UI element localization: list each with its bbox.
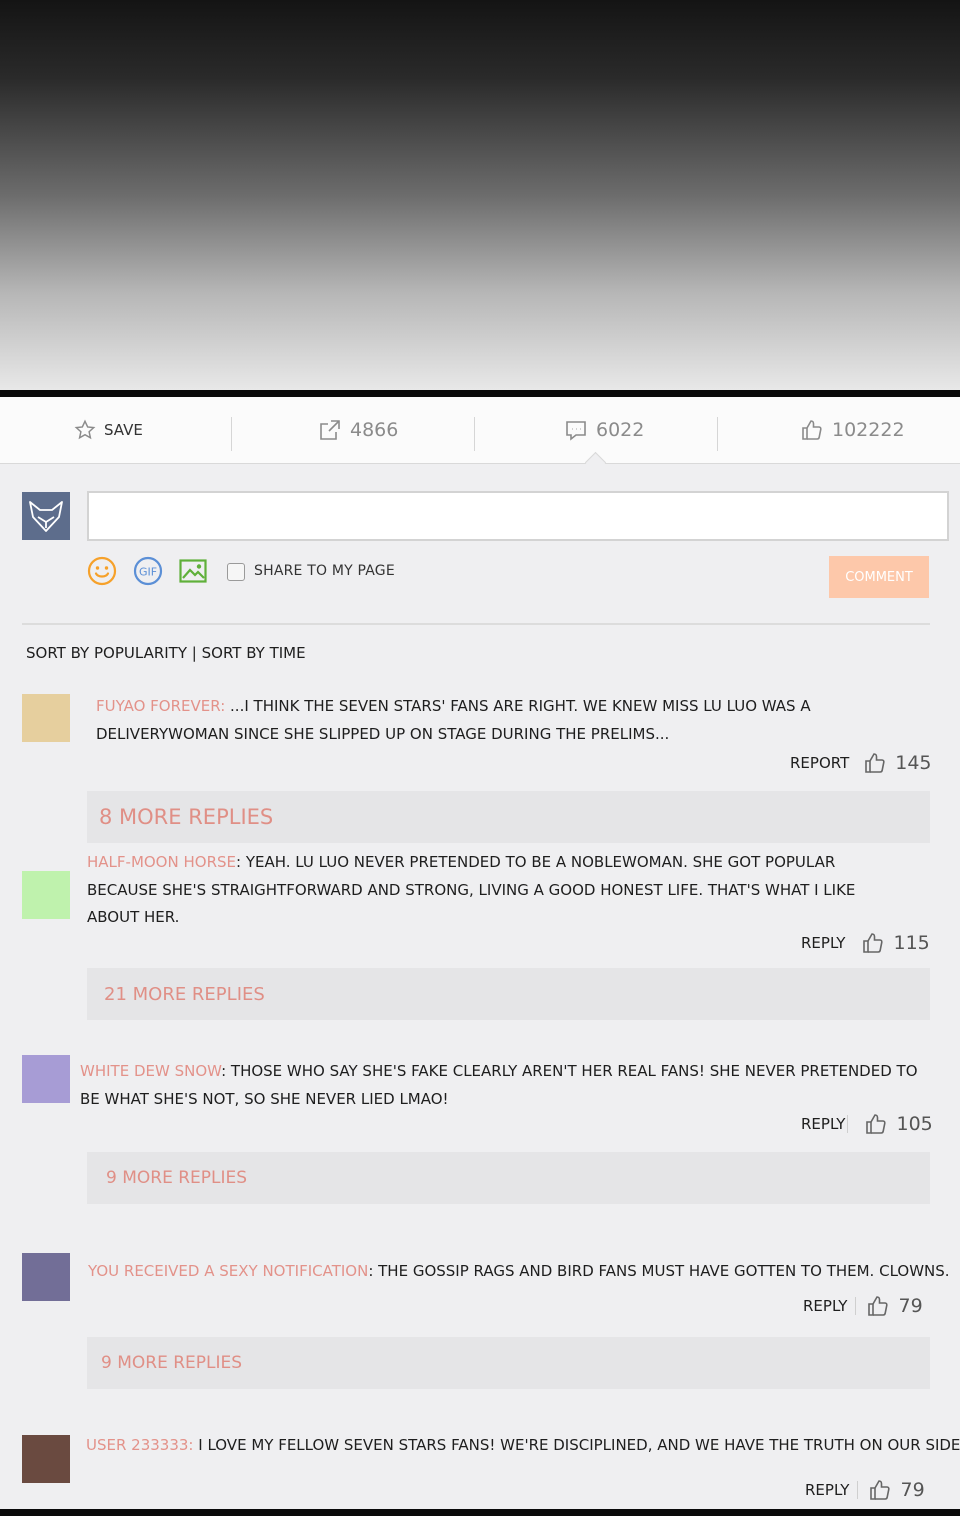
- like-button[interactable]: 105: [864, 1112, 933, 1136]
- like-count: 102222: [832, 419, 905, 441]
- comment-count: 6022: [596, 419, 645, 441]
- avatar[interactable]: [22, 694, 70, 742]
- comment-text: USER 233333: I LOVE MY FELLOW SEVEN STAR…: [86, 1432, 960, 1460]
- star-icon: [74, 419, 96, 440]
- action-divider: [474, 417, 475, 451]
- meta-divider: [847, 1115, 849, 1133]
- save-label: SAVE: [104, 421, 143, 439]
- action-bar: SAVE 4866 6022 102222: [0, 397, 960, 464]
- thumbs-up-icon: [866, 1114, 887, 1134]
- comment-text: HALF-MOON HORSE: YEAH. LU LUO NEVER PRET…: [87, 849, 937, 932]
- panel-border: [0, 1509, 960, 1533]
- share-button[interactable]: 4866: [318, 397, 398, 463]
- save-button[interactable]: SAVE: [74, 397, 143, 463]
- thumbs-up-icon: [802, 420, 822, 440]
- meta-divider: [855, 1297, 857, 1315]
- like-count: 115: [893, 932, 930, 954]
- avatar: [22, 492, 70, 540]
- more-replies-button[interactable]: 21 MORE REPLIES: [87, 968, 930, 1020]
- comment-button[interactable]: COMMENT: [829, 556, 929, 598]
- comment-line: ...I THINK THE SEVEN STARS' FANS ARE RIG…: [225, 697, 811, 715]
- comment-text: YOU RECEIVED A SEXY NOTIFICATION: THE GO…: [88, 1258, 958, 1286]
- sort-separator: |: [187, 644, 202, 662]
- share-count: 4866: [350, 419, 399, 441]
- comment-meta: REPLY 105: [801, 1112, 933, 1136]
- comment-line: : YEAH. LU LUO NEVER PRETENDED TO BE A N…: [236, 853, 836, 871]
- comment-meta: REPLY 79: [805, 1478, 925, 1502]
- comment-line: BE WHAT SHE'S NOT, SO SHE NEVER LIED LMA…: [80, 1089, 449, 1108]
- comment-line: ABOUT HER.: [87, 908, 180, 926]
- fox-logo-icon: [29, 501, 63, 532]
- like-count: 105: [896, 1113, 933, 1135]
- comment-username[interactable]: WHITE DEW SNOW: [80, 1062, 221, 1080]
- share-checkbox[interactable]: [227, 563, 245, 581]
- comment-icon: [566, 421, 586, 441]
- like-count: 79: [900, 1479, 925, 1501]
- like-button[interactable]: 145: [863, 751, 932, 775]
- svg-text:GIF: GIF: [139, 566, 157, 579]
- avatar[interactable]: [22, 1253, 70, 1301]
- like-count: 79: [898, 1295, 923, 1317]
- emoji-button[interactable]: [87, 556, 117, 586]
- thumbs-up-icon: [870, 1480, 891, 1500]
- reply-button[interactable]: REPLY: [803, 1297, 847, 1315]
- comment-input[interactable]: [87, 491, 949, 541]
- thumbs-up-icon: [868, 1296, 889, 1316]
- report-button[interactable]: REPORT: [790, 754, 849, 772]
- sort-options: SORT BY POPULARITY | SORT BY TIME: [26, 644, 306, 662]
- like-button[interactable]: 102222: [800, 397, 905, 463]
- comment-username[interactable]: USER 233333:: [86, 1436, 193, 1454]
- sort-by-time[interactable]: SORT BY TIME: [202, 644, 306, 662]
- reply-button[interactable]: REPLY: [801, 934, 845, 952]
- gif-icon: GIF: [133, 556, 163, 586]
- meta-divider: [857, 1481, 859, 1499]
- comment-line: : THOSE WHO SAY SHE'S FAKE CLEARLY AREN'…: [221, 1062, 918, 1080]
- comment-line: BECAUSE SHE'S STRAIGHTFORWARD AND STRONG…: [87, 880, 856, 899]
- like-button[interactable]: 79: [868, 1478, 925, 1502]
- smiley-icon: [87, 556, 117, 586]
- chapter-image-fade: [0, 0, 960, 390]
- comment-line: DELIVERYWOMAN SINCE SHE SLIPPED UP ON ST…: [96, 724, 670, 743]
- share-icon: [320, 420, 340, 440]
- share-label: SHARE TO MY PAGE: [254, 563, 395, 579]
- reply-button[interactable]: REPLY: [805, 1481, 849, 1499]
- comment-meta: REPLY 115: [801, 931, 930, 955]
- like-count: 145: [895, 752, 932, 774]
- comment-meta: REPORT 145: [790, 751, 932, 775]
- image-button[interactable]: [178, 556, 208, 586]
- sort-by-popularity[interactable]: SORT BY POPULARITY: [26, 644, 187, 662]
- comment-text: FUYAO FOREVER: ...I THINK THE SEVEN STAR…: [96, 693, 916, 748]
- action-divider: [717, 417, 718, 451]
- divider: [22, 623, 930, 625]
- comment-text: WHITE DEW SNOW: THOSE WHO SAY SHE'S FAKE…: [80, 1058, 940, 1113]
- like-button[interactable]: 115: [861, 931, 930, 955]
- avatar[interactable]: [22, 1055, 70, 1103]
- comment-username[interactable]: YOU RECEIVED A SEXY NOTIFICATION: [88, 1262, 368, 1280]
- avatar[interactable]: [22, 1435, 70, 1483]
- comment-username[interactable]: HALF-MOON HORSE: [87, 853, 236, 871]
- avatar[interactable]: [22, 871, 70, 919]
- comment-username[interactable]: FUYAO FOREVER:: [96, 697, 225, 715]
- more-replies-button[interactable]: 9 MORE REPLIES: [87, 1337, 930, 1389]
- comment-line: I LOVE MY FELLOW SEVEN STARS FANS! WE'RE…: [193, 1436, 960, 1454]
- image-icon: [179, 559, 207, 583]
- comment-meta: REPLY 79: [803, 1294, 923, 1318]
- thumbs-up-icon: [865, 753, 885, 773]
- more-replies-button[interactable]: 8 MORE REPLIES: [87, 791, 930, 843]
- like-button[interactable]: 79: [866, 1294, 923, 1318]
- more-replies-button[interactable]: 9 MORE REPLIES: [87, 1152, 930, 1204]
- panel-border: [0, 390, 960, 397]
- comments-button[interactable]: 6022: [564, 397, 644, 463]
- gif-button[interactable]: GIF: [133, 556, 163, 586]
- reply-button[interactable]: REPLY: [801, 1115, 845, 1133]
- thumbs-up-icon: [863, 933, 884, 953]
- action-divider: [231, 417, 232, 451]
- comment-line: : THE GOSSIP RAGS AND BIRD FANS MUST HAV…: [368, 1262, 950, 1280]
